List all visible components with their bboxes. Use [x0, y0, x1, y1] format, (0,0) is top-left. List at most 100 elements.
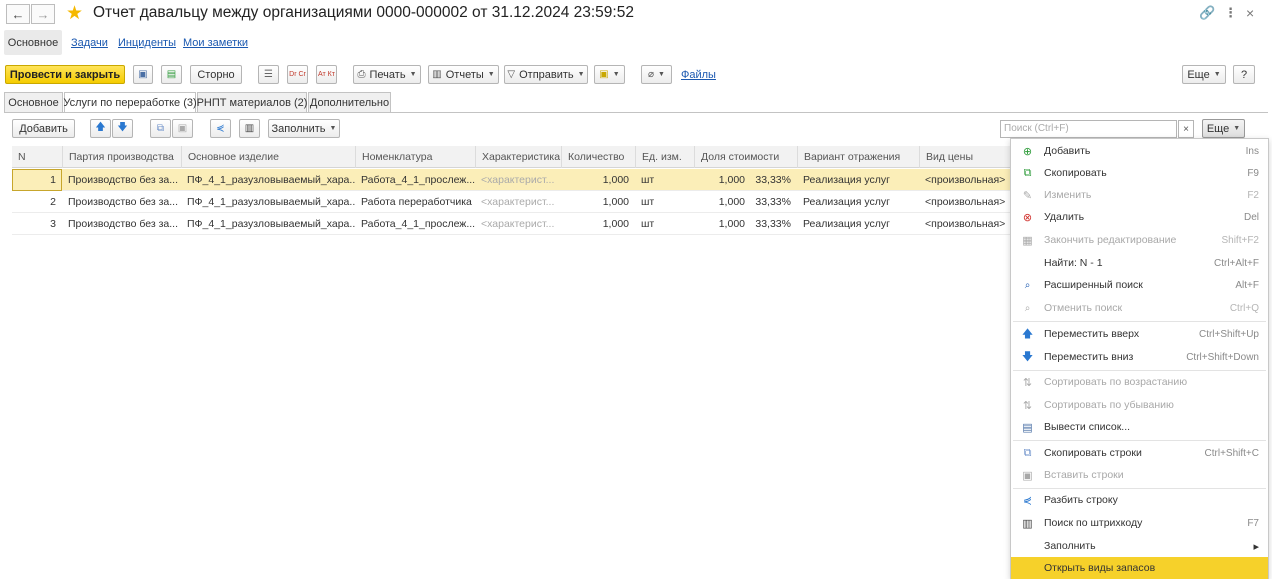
cell-characteristic[interactable]: <характерист... [475, 169, 561, 191]
menu-item-advanced-search[interactable]: ⌕ Расширенный поиск Alt+F [1011, 274, 1268, 296]
menu-item-find[interactable]: Найти: N - 1 Ctrl+Alt+F [1011, 252, 1268, 274]
files-link[interactable]: Файлы [681, 69, 716, 81]
tab-main[interactable]: Основное [4, 92, 63, 112]
storno-button[interactable]: Сторно [190, 65, 242, 84]
cell-price-type[interactable]: <произвольная> [919, 169, 1010, 191]
favorite-star-icon[interactable]: ★ [66, 2, 83, 25]
search-input[interactable]: Поиск (Ctrl+F) [1000, 120, 1177, 138]
section-main[interactable]: Основное [4, 30, 62, 55]
cell-characteristic[interactable]: <характерист... [475, 191, 561, 213]
menu-item-sort-asc[interactable]: ⇅ Сортировать по возрастанию [1011, 371, 1268, 393]
menu-item-move-down[interactable]: 🡇 Переместить вниз Ctrl+Shift+Down [1011, 346, 1268, 368]
paste-rows-button[interactable]: ▣ [172, 119, 193, 138]
cell-nomenclature[interactable]: Работа переработчика [355, 191, 475, 213]
search-clear-button[interactable]: × [1178, 120, 1194, 138]
attach-button[interactable]: ⌀ ▼ [641, 65, 672, 84]
link-icon[interactable]: 🔗 [1199, 5, 1215, 21]
menu-item-end-edit[interactable]: ▦ Закончить редактирование Shift+F2 [1011, 229, 1268, 251]
copy-rows-button[interactable]: ⧉ [150, 119, 171, 138]
more-menu-icon[interactable]: ⋮ [1224, 5, 1237, 21]
post-and-close-button[interactable]: Провести и закрыть [5, 65, 125, 84]
cell-n[interactable]: 1 [12, 169, 62, 191]
cell-characteristic[interactable]: <характерист... [475, 213, 561, 235]
col-nomenclature[interactable]: Номенклатура [355, 146, 475, 168]
section-tasks[interactable]: Задачи [71, 37, 108, 49]
split-row-button[interactable]: ⋞ [210, 119, 231, 138]
menu-item-cancel-search[interactable]: ⌕ Отменить поиск Ctrl+Q [1011, 297, 1268, 319]
cell-unit[interactable]: шт [635, 213, 694, 235]
menu-item-add[interactable]: ⊕ Добавить Ins [1011, 140, 1268, 162]
print-button[interactable]: ⎙ Печать ▼ [353, 65, 421, 84]
menu-item-move-up[interactable]: 🡅 Переместить вверх Ctrl+Shift+Up [1011, 323, 1268, 345]
at-kt-button[interactable]: Ат Кт [316, 65, 337, 84]
col-main-product[interactable]: Основное изделие [181, 146, 355, 168]
menu-item-split-row[interactable]: ⋞ Разбить строку [1011, 489, 1268, 511]
menu-item-copy-rows[interactable]: ⧉ Скопировать строки Ctrl+Shift+C [1011, 442, 1268, 464]
cell-cost-share-percent[interactable]: 33,33% [749, 213, 797, 235]
close-icon[interactable]: × [1246, 5, 1254, 21]
col-reflection[interactable]: Вариант отражения [797, 146, 919, 168]
journal-button[interactable]: ☰ [258, 65, 279, 84]
col-n[interactable]: N [12, 146, 62, 168]
forward-button[interactable]: → [31, 4, 55, 24]
menu-item-paste-rows[interactable]: ▣ Вставить строки [1011, 464, 1268, 486]
menu-item-sort-desc[interactable]: ⇅ Сортировать по убыванию [1011, 394, 1268, 416]
col-batch[interactable]: Партия производства [62, 146, 181, 168]
cell-reflection[interactable]: Реализация услуг [797, 169, 919, 191]
more-button[interactable]: Еще ▼ [1182, 65, 1226, 84]
cell-price-type[interactable]: <произвольная> [919, 191, 1010, 213]
table-row[interactable]: 3 Производство без за... ПФ_4_1_разузлов… [12, 213, 1010, 235]
table-row[interactable]: 1 Производство без за... ПФ_4_1_разузлов… [12, 169, 1010, 191]
section-incidents[interactable]: Инциденты [118, 37, 176, 49]
move-down-button[interactable]: 🡇 [112, 119, 133, 138]
cell-quantity[interactable]: 1,000 [561, 169, 635, 191]
cell-cost-share-percent[interactable]: 33,33% [749, 169, 797, 191]
post-button[interactable]: ▤ [161, 65, 182, 84]
cell-cost-share-percent[interactable]: 33,33% [749, 191, 797, 213]
back-button[interactable]: ← [6, 4, 30, 24]
add-row-button[interactable]: Добавить [12, 119, 75, 138]
menu-item-output-list[interactable]: ▤ Вывести список... [1011, 416, 1268, 438]
fill-button[interactable]: Заполнить ▼ [268, 119, 340, 138]
menu-item-fill[interactable]: Заполнить ▸ [1011, 535, 1268, 557]
col-cost-share[interactable]: Доля стоимости [694, 146, 797, 168]
cell-nomenclature[interactable]: Работа_4_1_прослеж... [355, 169, 475, 191]
section-notes[interactable]: Мои заметки [183, 37, 248, 49]
save-button[interactable]: ▣ [133, 65, 153, 84]
cell-n[interactable]: 2 [12, 191, 62, 213]
col-characteristic[interactable]: Характеристика [475, 146, 561, 168]
cell-reflection[interactable]: Реализация услуг [797, 191, 919, 213]
send-button[interactable]: ▽ Отправить ▼ [504, 65, 588, 84]
menu-item-edit[interactable]: ✎ Изменить F2 [1011, 184, 1268, 206]
cell-cost-share-value[interactable]: 1,000 [694, 191, 751, 213]
col-quantity[interactable]: Количество [561, 146, 635, 168]
cell-main-product[interactable]: ПФ_4_1_разузловываемый_хара... [181, 213, 355, 235]
table-more-button[interactable]: Еще ▼ [1202, 119, 1245, 138]
cell-unit[interactable]: шт [635, 169, 694, 191]
cell-reflection[interactable]: Реализация услуг [797, 213, 919, 235]
help-button[interactable]: ? [1233, 65, 1255, 84]
cell-quantity[interactable]: 1,000 [561, 191, 635, 213]
dt-kt-button[interactable]: Dr Cr [287, 65, 308, 84]
move-up-button[interactable]: 🡅 [90, 119, 111, 138]
cell-batch[interactable]: Производство без за... [62, 191, 181, 213]
menu-item-copy[interactable]: ⧉ Скопировать F9 [1011, 162, 1268, 184]
cell-cost-share-value[interactable]: 1,000 [694, 213, 751, 235]
table-row[interactable]: 2 Производство без за... ПФ_4_1_разузлов… [12, 191, 1010, 213]
col-price-type[interactable]: Вид цены [919, 146, 1010, 168]
tab-rnpt-materials[interactable]: РНПТ материалов (2) [197, 92, 307, 112]
cell-main-product[interactable]: ПФ_4_1_разузловываемый_хара... [181, 169, 355, 191]
barcode-button[interactable]: ▥ [239, 119, 260, 138]
cell-main-product[interactable]: ПФ_4_1_разузловываемый_хара... [181, 191, 355, 213]
menu-item-barcode-search[interactable]: ▥ Поиск по штрихкоду F7 [1011, 512, 1268, 534]
cell-n[interactable]: 3 [12, 213, 62, 235]
cell-cost-share-value[interactable]: 1,000 [694, 169, 751, 191]
cell-price-type[interactable]: <произвольная> [919, 213, 1010, 235]
reports-button[interactable]: ▥ Отчеты ▼ [428, 65, 499, 84]
cell-batch[interactable]: Производство без за... [62, 213, 181, 235]
cell-batch[interactable]: Производство без за... [62, 169, 181, 191]
create-based-button[interactable]: ▣ ▼ [594, 65, 625, 84]
cell-nomenclature[interactable]: Работа_4_1_прослеж... [355, 213, 475, 235]
cell-unit[interactable]: шт [635, 191, 694, 213]
menu-item-open-stock-types[interactable]: Открыть виды запасов [1011, 557, 1268, 579]
